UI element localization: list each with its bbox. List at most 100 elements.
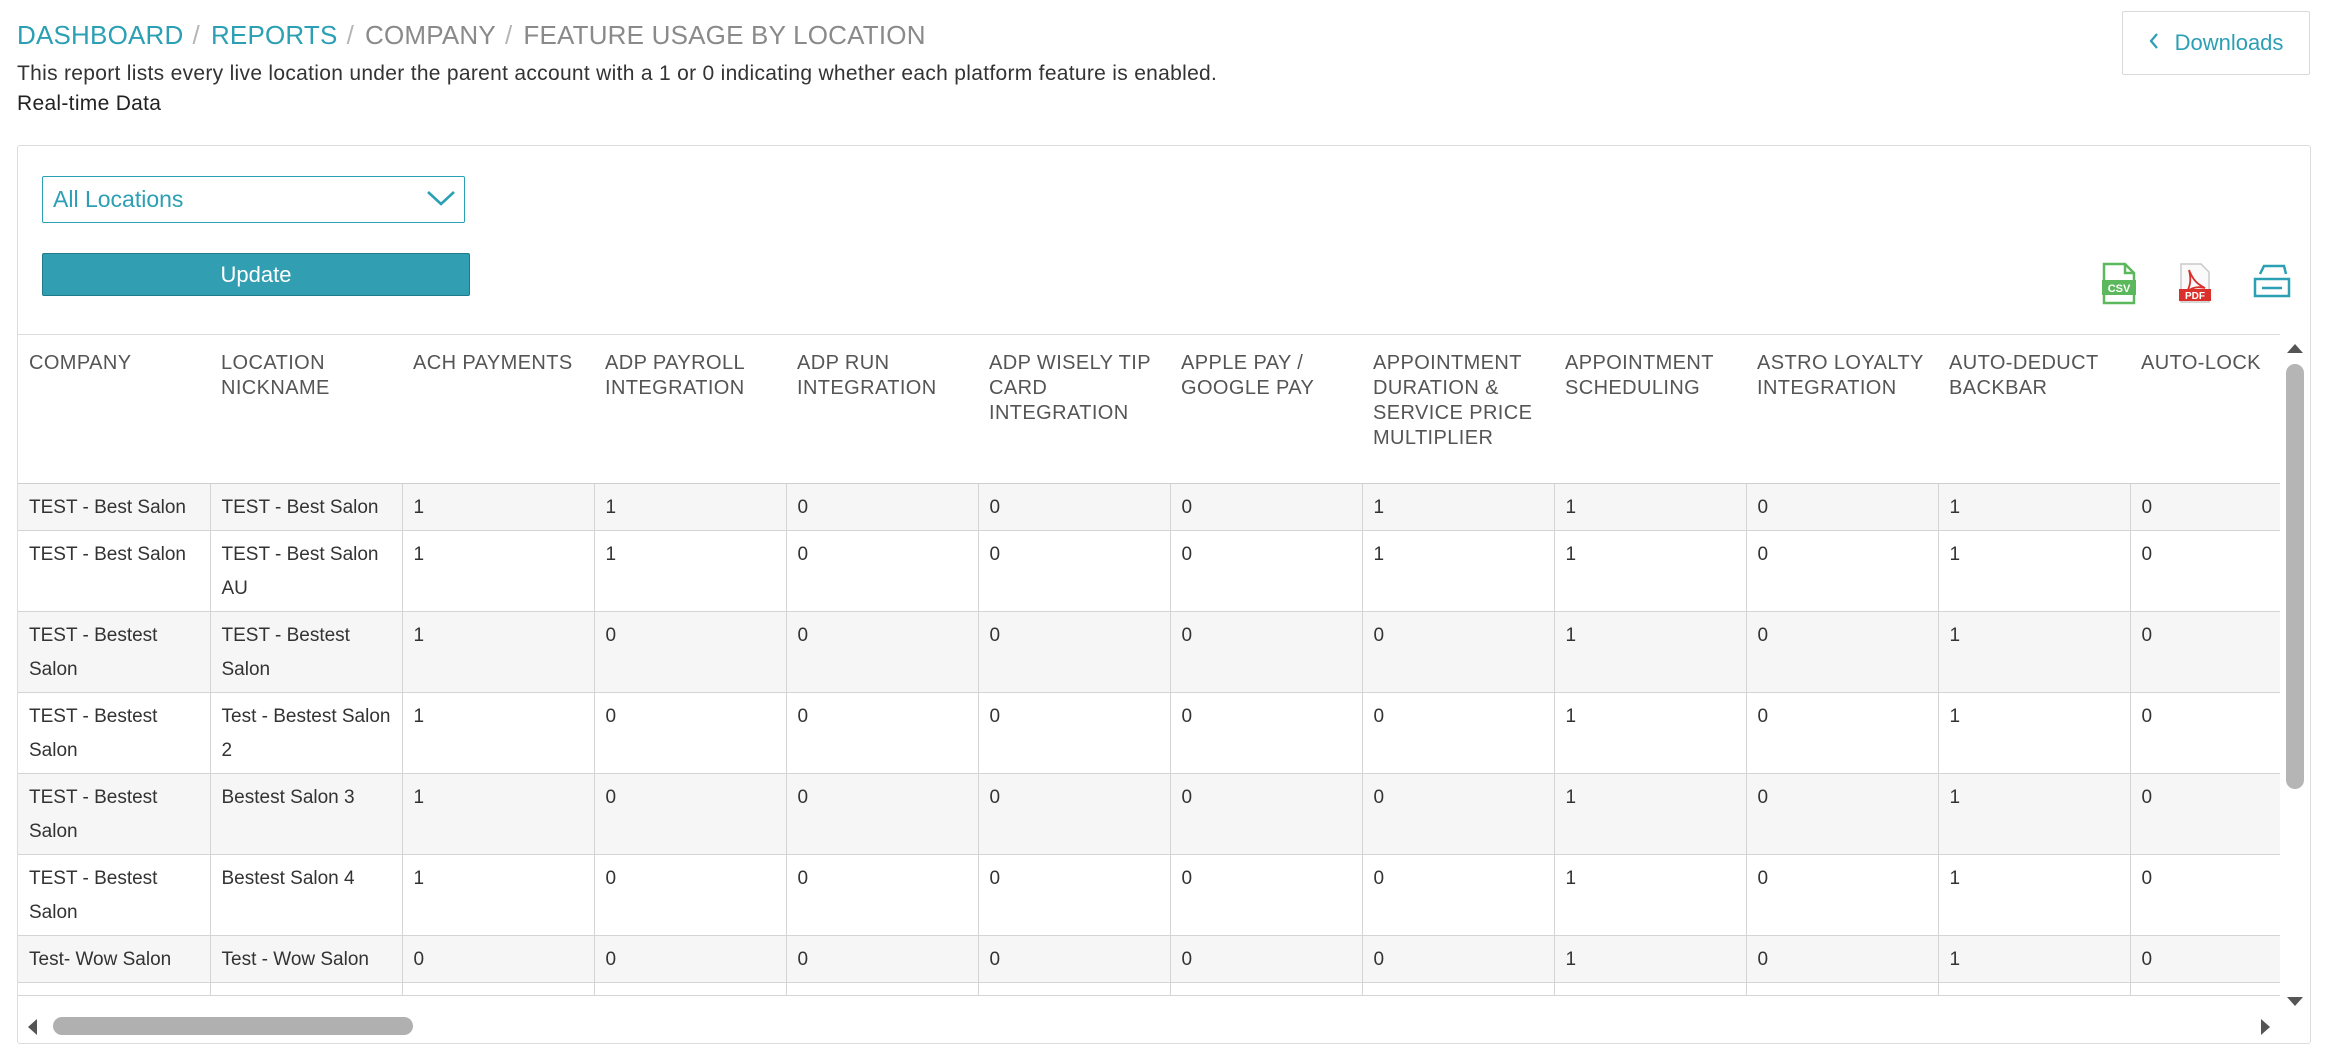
feature-value-cell: 0 <box>594 854 787 936</box>
feature-value-cell: 0 <box>594 773 787 855</box>
breadcrumb: DASHBOARD / REPORTS / COMPANY / FEATURE USAGE … <box>17 20 926 51</box>
feature-value-cell: 0 <box>2130 483 2280 531</box>
feature-value-cell: 0 <box>2130 530 2280 612</box>
feature-value-cell: 0 <box>786 611 979 693</box>
feature-value-cell: 0 <box>978 611 1171 693</box>
column-header[interactable]: AUTO-LOCK <box>2130 335 2280 484</box>
feature-value-cell: 0 <box>978 935 1171 983</box>
feature-value-cell: 0 <box>1170 483 1363 531</box>
horizontal-scrollbar[interactable] <box>18 1012 2280 1040</box>
feature-value-cell <box>1554 982 1747 996</box>
column-header[interactable]: AUTO-DEDUCT BACKBAR <box>1938 335 2130 484</box>
column-header[interactable]: ADP WISELY TIP CARD INTEGRATION <box>978 335 1170 484</box>
breadcrumb-separator: / <box>504 20 513 50</box>
breadcrumb-reports[interactable]: REPORTS <box>211 20 338 50</box>
feature-value-cell: 0 <box>1746 611 1939 693</box>
table-body: TEST - Best Salon TEST - Best Salon 1 1 0 0 0 1… <box>18 483 2280 996</box>
table-row: Test- Wow Salon Test - Wow Salon 0 0 0 0 0 0 1 0 1… <box>18 935 2280 983</box>
location-nickname-cell: Test - Bestest Salon 2 <box>210 692 403 774</box>
update-button[interactable]: Update <box>42 253 470 296</box>
location-select[interactable]: All Locations <box>42 176 465 223</box>
feature-value-cell <box>2130 982 2280 996</box>
feature-value-cell: 0 <box>978 483 1171 531</box>
company-cell <box>18 982 211 996</box>
feature-value-cell: 0 <box>1362 854 1555 936</box>
column-header[interactable]: APPOINTMENT DURATION & SERVICE PRICE MUL… <box>1362 335 1554 484</box>
feature-value-cell: 0 <box>402 935 595 983</box>
table-row: TEST - Bestest Salon Bestest Salon 410000… <box>18 854 2280 936</box>
feature-value-cell: 1 <box>1938 611 2131 693</box>
downloads-button[interactable]: Downloads <box>2122 11 2310 75</box>
feature-value-cell: 0 <box>1746 530 1939 612</box>
svg-text:CSV: CSV <box>2108 283 2131 295</box>
table-row: TEST - Bestest Salon Test - Bestest Salon… <box>18 692 2280 774</box>
feature-value-cell: 1 <box>402 692 595 774</box>
column-header[interactable]: LOCATION NICKNAME <box>210 335 402 484</box>
location-nickname-cell: Test - Wow Salon <box>210 935 403 983</box>
pdf-export-icon[interactable]: PDF <box>2175 262 2215 306</box>
feature-value-cell: 0 <box>1362 692 1555 774</box>
location-nickname-cell: TEST - Best Salon <box>210 483 403 531</box>
feature-value-cell: 0 <box>2130 773 2280 855</box>
table-row <box>18 982 2280 996</box>
feature-value-cell <box>1170 982 1363 996</box>
feature-value-cell: 1 <box>402 483 595 531</box>
breadcrumb-dashboard[interactable]: DASHBOARD <box>17 20 184 50</box>
horizontal-scroll-thumb[interactable] <box>53 1017 413 1035</box>
company-cell: TEST - Bestest Salon <box>18 692 211 774</box>
feature-value-cell: 0 <box>2130 611 2280 693</box>
feature-value-cell: 0 <box>594 935 787 983</box>
feature-value-cell: 0 <box>978 692 1171 774</box>
scroll-left-arrow-icon[interactable] <box>28 1019 37 1035</box>
company-cell: TEST - Best Salon <box>18 483 211 531</box>
company-cell: TEST - Best Salon <box>18 530 211 612</box>
feature-value-cell: 1 <box>402 530 595 612</box>
feature-value-cell: 0 <box>1170 611 1363 693</box>
feature-value-cell: 0 <box>786 935 979 983</box>
feature-value-cell: 1 <box>1938 854 2131 936</box>
scroll-up-arrow-icon[interactable] <box>2287 344 2303 353</box>
feature-usage-table-container[interactable]: COMPANY LOCATION NICKNAME ACH PAYMENTS A… <box>18 334 2280 1015</box>
feature-value-cell <box>786 982 979 996</box>
column-header[interactable]: COMPANY <box>18 335 210 484</box>
feature-value-cell: 0 <box>786 483 979 531</box>
table-header-row: COMPANY LOCATION NICKNAME ACH PAYMENTS A… <box>18 335 2280 484</box>
column-header[interactable]: APPOINTMENT SCHEDULING <box>1554 335 1746 484</box>
column-header[interactable]: APPLE PAY / GOOGLE PAY <box>1170 335 1362 484</box>
print-icon[interactable] <box>2252 262 2292 306</box>
feature-value-cell: 0 <box>594 611 787 693</box>
feature-value-cell: 0 <box>786 692 979 774</box>
column-header[interactable]: ACH PAYMENTS <box>402 335 594 484</box>
scroll-down-arrow-icon[interactable] <box>2287 997 2303 1006</box>
breadcrumb-separator: / <box>192 20 200 50</box>
location-nickname-cell: TEST - Bestest Salon <box>210 611 403 693</box>
location-nickname-cell <box>210 982 403 996</box>
feature-value-cell <box>978 982 1171 996</box>
scroll-right-arrow-icon[interactable] <box>2261 1019 2270 1035</box>
feature-value-cell <box>1362 982 1555 996</box>
feature-value-cell: 1 <box>1938 773 2131 855</box>
csv-export-icon[interactable]: CSV <box>2099 262 2139 306</box>
column-header[interactable]: ADP PAYROLL INTEGRATION <box>594 335 786 484</box>
column-header[interactable]: ASTRO LOYALTY INTEGRATION <box>1746 335 1938 484</box>
feature-value-cell: 1 <box>1554 854 1747 936</box>
feature-value-cell: 1 <box>402 611 595 693</box>
location-nickname-cell: TEST - Best Salon AU <box>210 530 403 612</box>
feature-value-cell: 1 <box>1554 773 1747 855</box>
vertical-scroll-thumb[interactable] <box>2286 364 2304 789</box>
feature-value-cell: 0 <box>978 773 1171 855</box>
feature-value-cell: 1 <box>1362 530 1555 612</box>
feature-value-cell <box>1938 982 2131 996</box>
table-row: TEST - Bestest Salon Bestest Salon 310000… <box>18 773 2280 855</box>
downloads-label: Downloads <box>2174 30 2284 55</box>
feature-value-cell <box>1746 982 1939 996</box>
chevron-down-icon <box>426 187 456 209</box>
table-row: TEST - Best Salon TEST - Best Salon 1 1 0 0 0 1… <box>18 483 2280 531</box>
chevron-left-icon <box>2149 33 2159 53</box>
vertical-scrollbar[interactable] <box>2283 334 2309 1006</box>
feature-value-cell: 1 <box>1362 483 1555 531</box>
table-row: TEST - Best Salon TEST - Best Salon AU 1 1 0… <box>18 530 2280 612</box>
column-header[interactable]: ADP RUN INTEGRATION <box>786 335 978 484</box>
feature-value-cell: 0 <box>2130 935 2280 983</box>
feature-value-cell: 1 <box>594 483 787 531</box>
